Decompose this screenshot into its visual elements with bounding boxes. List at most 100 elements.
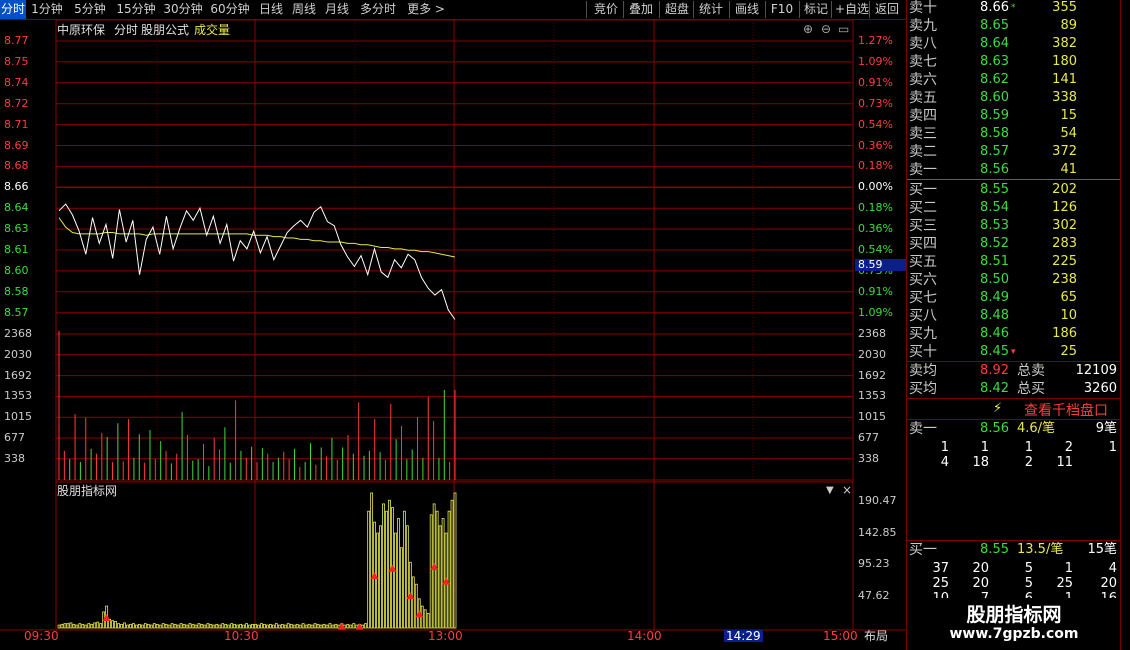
ask-label: 卖七 bbox=[909, 54, 937, 70]
ask-row[interactable]: 卖七 8.63 180 bbox=[907, 53, 1121, 71]
ask-row[interactable]: 卖十 8.66 * 355 bbox=[907, 0, 1121, 17]
bid-detail-cell: 20 bbox=[972, 576, 989, 591]
indicator-bar bbox=[72, 623, 76, 629]
ask-label: 卖八 bbox=[909, 36, 937, 52]
signal-arrow-icon bbox=[337, 622, 346, 630]
tab-6[interactable]: 日线 bbox=[256, 0, 286, 19]
bid-mark: ▾ bbox=[1011, 347, 1016, 357]
volume-tick-right: 1353 bbox=[858, 389, 886, 403]
tab-8[interactable]: 月线 bbox=[322, 0, 352, 19]
bid-volume: 25 bbox=[1060, 344, 1077, 359]
indicator-bar bbox=[283, 624, 287, 629]
bid-detail-cell: 20 bbox=[972, 561, 989, 576]
bid-row[interactable]: 买一 8.55 202 bbox=[907, 181, 1121, 199]
indicator-bar bbox=[191, 623, 195, 629]
toolbar-button-1[interactable]: 叠加 bbox=[624, 0, 658, 19]
tab-7[interactable]: 周线 bbox=[289, 0, 319, 19]
time-tick: 14:29 bbox=[724, 629, 763, 643]
indicator-bar bbox=[289, 623, 293, 629]
bid-row[interactable]: 买三 8.53 302 bbox=[907, 217, 1121, 235]
bid-row[interactable]: 买二 8.54 126 bbox=[907, 199, 1121, 217]
pct-tick: 0.36% bbox=[858, 138, 893, 152]
indicator-bar bbox=[438, 525, 442, 629]
bid-volume: 65 bbox=[1060, 290, 1077, 305]
indicator-bar bbox=[215, 623, 219, 629]
ask-mark: * bbox=[1011, 3, 1016, 13]
ask-row[interactable]: 卖八 8.64 382 bbox=[907, 35, 1121, 53]
toolbar-button-7[interactable]: +自选 bbox=[832, 0, 872, 19]
indicator-bar bbox=[352, 623, 356, 629]
indicator-bar bbox=[268, 623, 272, 629]
intraday-chart[interactable]: 中原环保 分时 股朋公式 成交量 ⊕ ⊖ ▭ 股朋指标网 ▼ × 8.77 1.2… bbox=[0, 20, 906, 650]
indicator-bar bbox=[200, 623, 204, 629]
bid-detail-cell: 20 bbox=[1100, 576, 1117, 591]
toolbar-button-6[interactable]: 标记 bbox=[800, 0, 832, 19]
ask-label: 卖九 bbox=[909, 18, 937, 34]
indicator-bar bbox=[96, 621, 100, 629]
ask-row[interactable]: 卖六 8.62 141 bbox=[907, 71, 1121, 89]
ask-label: 卖十 bbox=[909, 0, 937, 16]
price-tick: 8.58 bbox=[4, 284, 29, 298]
indicator-name[interactable]: 成交量 bbox=[194, 24, 230, 36]
price-tick: 8.60 bbox=[4, 263, 29, 277]
toolbar-button-5[interactable]: F10 bbox=[766, 0, 798, 19]
indicator-bar bbox=[209, 623, 213, 629]
ask-price: 8.60 bbox=[980, 90, 1009, 105]
indicator-bar bbox=[277, 624, 281, 629]
indicator-bar bbox=[328, 623, 332, 629]
tab-2[interactable]: 5分钟 bbox=[72, 0, 108, 19]
toolbar-button-0[interactable]: 竞价 bbox=[587, 0, 625, 19]
tab-5[interactable]: 60分钟 bbox=[208, 0, 252, 19]
indicator-bar bbox=[379, 525, 382, 629]
zoom-out-icon[interactable]: ⊖ bbox=[821, 23, 831, 35]
chart-canvas[interactable] bbox=[0, 20, 906, 650]
tab-1[interactable]: 1分钟 bbox=[29, 0, 65, 19]
tab-9[interactable]: 多分时 bbox=[356, 0, 400, 19]
bid-row[interactable]: 买十 8.45 ▾ 25 bbox=[907, 343, 1121, 361]
tab-0[interactable]: 分时 bbox=[0, 0, 26, 19]
bid-row[interactable]: 买九 8.46 186 bbox=[907, 325, 1121, 343]
bid-row[interactable]: 买五 8.51 225 bbox=[907, 253, 1121, 271]
sub-panel-close-icon[interactable]: × bbox=[842, 484, 852, 496]
indicator-bar bbox=[90, 623, 94, 629]
toolbar-button-4[interactable]: 画线 bbox=[730, 0, 764, 19]
indicator-bar bbox=[286, 623, 290, 629]
sub-panel-menu-icon[interactable]: ▼ bbox=[826, 485, 834, 497]
ask-row[interactable]: 卖一 8.56 41 bbox=[907, 161, 1121, 179]
toolbar-button-2[interactable]: 超盘 bbox=[660, 0, 694, 19]
bid-label: 买八 bbox=[909, 308, 937, 324]
depth-button[interactable]: 查看千档盘口 bbox=[1024, 400, 1108, 420]
indicator-bar bbox=[224, 623, 228, 629]
ask-row[interactable]: 卖九 8.65 89 bbox=[907, 17, 1121, 35]
indicator-bar bbox=[57, 624, 61, 629]
bid-detail-cell: 4 bbox=[1108, 561, 1117, 576]
bid-label: 买三 bbox=[909, 218, 937, 234]
bid-row[interactable]: 买四 8.52 283 bbox=[907, 235, 1121, 253]
bid-row[interactable]: 买六 8.50 238 bbox=[907, 271, 1121, 289]
signal-arrow-icon bbox=[415, 610, 424, 618]
indicator-bar bbox=[152, 623, 156, 629]
indicator-bar bbox=[319, 624, 323, 629]
toolbar-button-8[interactable]: 返回 bbox=[870, 0, 904, 19]
indicator-bar bbox=[394, 532, 397, 629]
ask-row[interactable]: 卖二 8.57 372 bbox=[907, 143, 1121, 161]
tab-4[interactable]: 30分钟 bbox=[161, 0, 205, 19]
ask-volume: 15 bbox=[1060, 108, 1077, 123]
toolbar-button-3[interactable]: 统计 bbox=[694, 0, 728, 19]
pct-tick: 0.91% bbox=[858, 75, 893, 89]
tab-10[interactable]: 更多 > bbox=[401, 0, 451, 19]
ask-row[interactable]: 卖四 8.59 15 bbox=[907, 107, 1121, 125]
tab-3[interactable]: 15分钟 bbox=[114, 0, 158, 19]
indicator-bar bbox=[221, 623, 225, 629]
zoom-in-icon[interactable]: ⊕ bbox=[803, 23, 813, 35]
stock-name: 中原环保 bbox=[57, 23, 106, 37]
window-icon[interactable]: ▭ bbox=[838, 23, 849, 35]
ask-row[interactable]: 卖三 8.58 54 bbox=[907, 125, 1121, 143]
bid-row[interactable]: 买八 8.48 10 bbox=[907, 307, 1121, 325]
ask-row[interactable]: 卖五 8.60 338 bbox=[907, 89, 1121, 107]
bid-row[interactable]: 买七 8.49 65 bbox=[907, 289, 1121, 307]
bid-price: 8.53 bbox=[980, 218, 1009, 233]
ask-volume: 89 bbox=[1060, 18, 1077, 33]
layout-button[interactable]: 布局 bbox=[864, 630, 888, 642]
chart-mode: 分时 bbox=[114, 23, 139, 37]
